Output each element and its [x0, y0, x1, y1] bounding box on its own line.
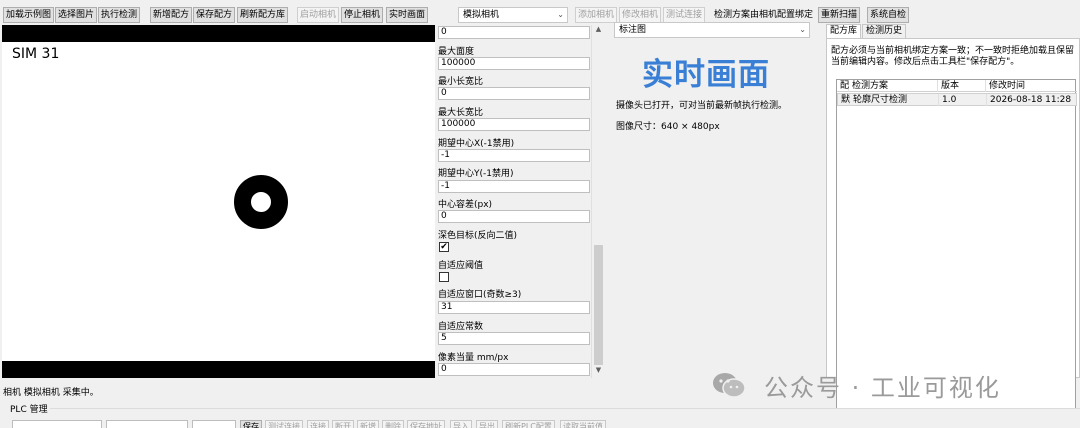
select-image-button[interactable]: 选择图片 [55, 7, 98, 23]
camera-select[interactable]: 模拟相机 ⌄ [458, 7, 568, 23]
scroll-thumb[interactable] [594, 245, 603, 365]
plc-toolbar: 保存 测试连接 连接 断开 新增 删除 保存地址 导入 导出 刷新PLC配置 读… [0, 418, 1080, 428]
plc-save-button[interactable]: 保存 [240, 420, 262, 428]
column-header-version[interactable]: 版本 [938, 80, 986, 92]
row-name: 轮廓尺寸检测 [850, 94, 939, 106]
plc-test-button[interactable]: 测试连接 [265, 420, 303, 428]
param-input-center-x[interactable]: -1 [438, 149, 590, 162]
param-input-pixel-size[interactable]: 0 [438, 363, 590, 376]
plc-export-button[interactable]: 导出 [476, 420, 498, 428]
add-camera-button[interactable]: 添加相机 [575, 7, 618, 23]
plc-select[interactable] [12, 420, 102, 428]
table-row[interactable]: 默 轮廓尺寸检测 1.0 2026-08-18 11:28 [837, 93, 1077, 106]
target-ring [234, 175, 288, 229]
param-label-adaptive: 自适应阈值 [438, 261, 484, 271]
column-header-name[interactable]: 检测方案 [849, 80, 938, 92]
chevron-down-icon: ⌄ [557, 10, 564, 19]
scroll-down-icon[interactable]: ▼ [592, 366, 604, 378]
letterbox-bottom [2, 361, 435, 378]
status-text: 相机 模拟相机 采集中。 [3, 388, 99, 398]
param-label-center-y: 期望中心Y(-1禁用) [438, 169, 514, 179]
param-check-dark-target[interactable]: ✔ [439, 242, 449, 252]
live-message: 摄像头已打开，可对当前最新帧执行检测。 [616, 101, 788, 111]
param-label-adaptive-window: 自适应窗口(奇数≥3) [438, 290, 522, 300]
param-input-max-aspect[interactable]: 100000 [438, 118, 590, 131]
param-input-adaptive-const[interactable]: 5 [438, 332, 590, 345]
stop-camera-button[interactable]: 停止相机 [341, 7, 384, 23]
image-size-text: 图像尺寸：640 × 480px [616, 122, 720, 132]
row-version: 1.0 [939, 94, 987, 106]
letterbox-top [2, 25, 435, 42]
run-detect-button[interactable]: 执行检测 [98, 7, 141, 23]
camera-select-value: 模拟相机 [463, 10, 500, 20]
binding-label: 检测方案由相机配置绑定 [714, 10, 814, 20]
plc-connect-button[interactable]: 连接 [307, 420, 329, 428]
plc-address-input[interactable] [106, 420, 188, 428]
load-sample-button[interactable]: 加载示例图 [3, 7, 55, 23]
recipe-note: 配方必须与当前相机绑定方案一致；不一致时拒绝加载且保留当前编辑内容。修改后点击工… [831, 46, 1075, 67]
live-view-button[interactable]: 实时画面 [386, 7, 429, 23]
view-mode-value: 标注图 [619, 25, 647, 35]
row-modified: 2026-08-18 11:28 [990, 95, 1072, 105]
new-recipe-button[interactable]: 新增配方 [150, 7, 193, 23]
view-mode-select[interactable]: 标注图 ⌄ [614, 22, 810, 38]
test-connection-button[interactable]: 测试连接 [663, 7, 706, 23]
recipe-panel: 配方库 检测历史 配方必须与当前相机绑定方案一致；不一致时拒绝加载且保留当前编辑… [822, 22, 1080, 409]
plc-group-title: PLC 管理 [10, 405, 48, 415]
param-scrollbar[interactable]: ▲ ▼ [591, 25, 604, 378]
scroll-up-icon[interactable]: ▲ [592, 25, 604, 37]
plc-read-button[interactable]: 读取当前值 [560, 420, 606, 428]
plc-port-input[interactable] [192, 420, 236, 428]
param-label-dark-target: 深色目标(反向二值) [438, 231, 518, 241]
param-input-center-tol[interactable]: 0 [438, 210, 590, 223]
live-title: 实时画面 [642, 57, 770, 93]
plc-disconnect-button[interactable]: 断开 [332, 420, 354, 428]
param-label-max-area: 最大面度 [438, 47, 475, 57]
parameter-panel: 0 最大面度 100000 最小长宽比 0 最大长宽比 100000 期望中心X… [436, 25, 604, 378]
param-label-max-aspect: 最大长宽比 [438, 108, 484, 118]
column-header-flag[interactable]: 配 [837, 80, 849, 92]
recipe-table: 配 检测方案 版本 修改时间 默 轮廓尺寸检测 1.0 2026-08-18 1… [836, 79, 1077, 409]
param-input-center-y[interactable]: -1 [438, 180, 590, 193]
param-label-adaptive-const: 自适应常数 [438, 322, 484, 332]
watermark-text: 公众号 · 工业可视化 [764, 374, 1001, 402]
param-input-min-aspect[interactable]: 0 [438, 87, 590, 100]
plc-save-address-button[interactable]: 保存地址 [407, 420, 445, 428]
plc-divider [50, 408, 1080, 409]
param-input-max-area[interactable]: 100000 [438, 57, 590, 70]
rescan-button[interactable]: 重新扫描 [818, 7, 861, 23]
edit-camera-button[interactable]: 修改相机 [619, 7, 662, 23]
param-label-center-tol: 中心容差(px) [438, 200, 493, 210]
plc-add-button[interactable]: 新增 [357, 420, 379, 428]
param-label-pixel-size: 像素当量 mm/px [438, 353, 509, 363]
param-label-center-x: 期望中心X(-1禁用) [438, 139, 515, 149]
tab-recipe-library[interactable]: 配方库 [826, 24, 862, 39]
param-partial-input[interactable]: 0 [438, 26, 590, 39]
recipe-table-header: 配 检测方案 版本 修改时间 [837, 80, 1077, 92]
param-check-adaptive[interactable] [439, 272, 449, 282]
recipe-body: 配方必须与当前相机绑定方案一致；不一致时拒绝加载且保留当前编辑内容。修改后点击工… [826, 38, 1080, 409]
refresh-recipes-button[interactable]: 刷新配方库 [237, 7, 289, 23]
plc-import-button[interactable]: 导入 [450, 420, 472, 428]
start-camera-button[interactable]: 启动相机 [297, 7, 340, 23]
plc-delete-button[interactable]: 删除 [382, 420, 404, 428]
plc-refresh-button[interactable]: 刷新PLC配置 [502, 420, 555, 428]
param-input-adaptive-window[interactable]: 31 [438, 301, 590, 314]
wechat-icon [713, 373, 746, 398]
chevron-down-icon: ⌄ [799, 25, 806, 34]
row-flag: 默 [838, 94, 850, 106]
column-header-modified[interactable]: 修改时间 [986, 80, 1077, 92]
tab-detect-history[interactable]: 检测历史 [862, 24, 907, 39]
camera-overlay-text: SIM 31 [12, 46, 60, 62]
param-label-min-aspect: 最小长宽比 [438, 77, 484, 87]
self-check-button[interactable]: 系统自检 [867, 7, 910, 23]
live-panel: 标注图 ⌄ 实时画面 摄像头已打开，可对当前最新帧执行检测。 图像尺寸：640 … [614, 22, 810, 137]
camera-view[interactable]: SIM 31 [2, 25, 435, 378]
save-recipe-button[interactable]: 保存配方 [193, 7, 236, 23]
